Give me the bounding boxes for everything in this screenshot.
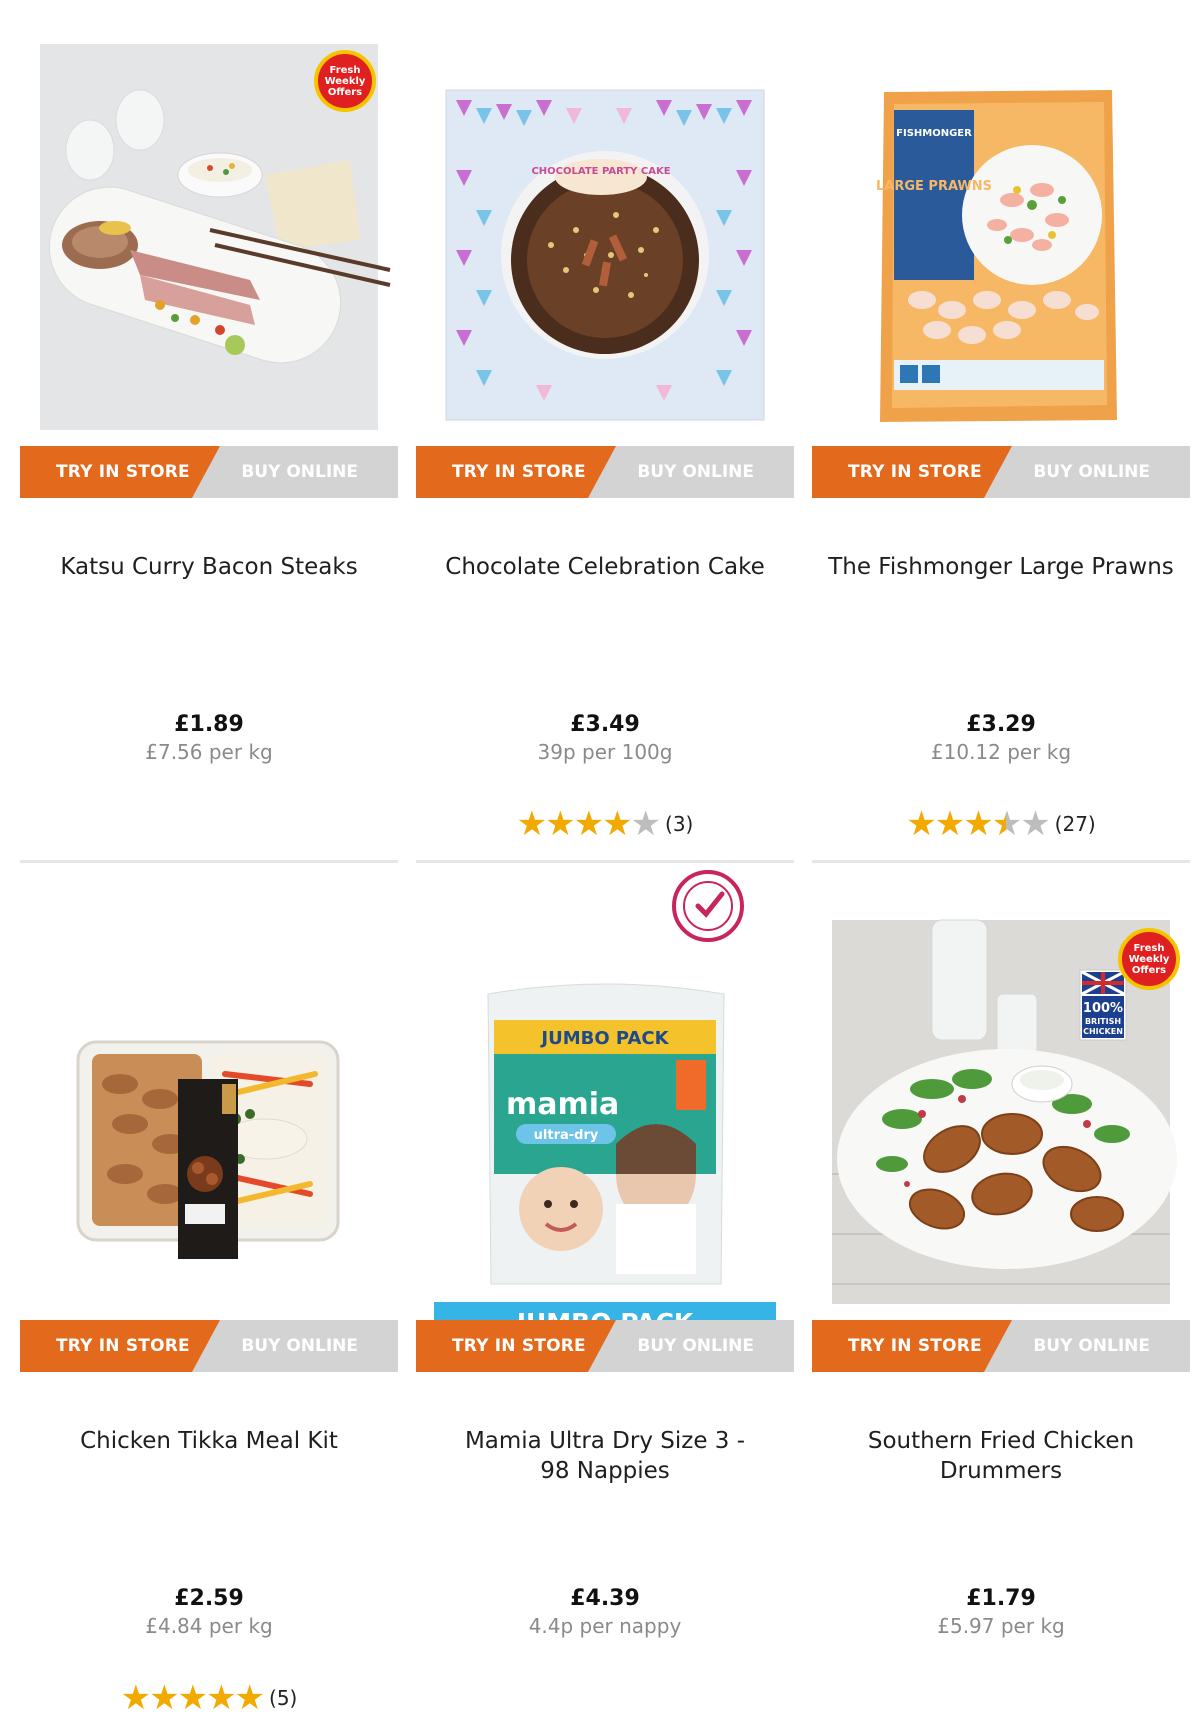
chocolate-cake-box-image: CHOCOLATE PARTY CAKE [445,89,765,421]
product-rating[interactable]: ★★★★★ (27) [812,806,1190,846]
star-rating: ★★★★★ [516,804,662,844]
product-name[interactable]: Mamia Ultra Dry Size 3 - 98 Nappies [416,1426,794,1486]
product-name[interactable]: Southern Fried Chicken Drummers [812,1426,1190,1486]
unit-price: 39p per 100g [537,740,673,764]
prawns-package-label: LARGE PRAWNS [876,179,992,194]
product-price: £3.49 [570,712,640,737]
chicken-tikka-kit-image [76,1040,340,1259]
product-image[interactable]: 100% BRITISH CHICKEN Fresh Weekly Offers [812,874,1190,1350]
star-icon: ★ [963,804,994,844]
product-price: £3.29 [966,712,1036,737]
star-icon: ★ [906,804,937,844]
star-icon: ★ [934,804,966,844]
star-icon: ★ [1020,804,1051,844]
star-icon: ★ [149,1678,180,1718]
product-price: £1.89 [174,712,244,737]
product-price: £1.79 [966,1586,1036,1611]
british-chicken-label: BRITISH [1085,1017,1121,1026]
purchase-options: BUY ONLINE TRY IN STORE [416,1320,794,1372]
british-chicken-percent: 100% [1083,1001,1123,1016]
review-count[interactable]: (3) [665,812,693,836]
fresh-weekly-offers-badge: Fresh Weekly Offers [314,50,376,112]
product-name[interactable]: Chicken Tikka Meal Kit [20,1426,398,1456]
product-image[interactable]: Fresh Weekly Offers [20,0,398,470]
product-image[interactable]: FISHMONGER LARGE PRAWNS [812,0,1190,430]
review-count[interactable]: (27) [1055,812,1096,836]
unit-price: 4.4p per nappy [528,1614,682,1638]
star-rating: ★★★★★ [120,1678,266,1718]
ultra-dry-label: ultra-dry [534,1128,599,1143]
mamia-logo-text: mamia [506,1087,619,1122]
star-icon: ★ [206,1678,237,1718]
star-icon: ★ [630,804,662,844]
review-count[interactable]: (5) [269,1686,297,1710]
star-icon: ★ [177,1678,209,1718]
purchase-options: BUY ONLINE TRY IN STORE [416,446,794,498]
product-price: £2.59 [174,1586,244,1611]
cake-package-label: CHOCOLATE PARTY CAKE [531,166,670,177]
try-in-store-button[interactable]: TRY IN STORE [20,1320,220,1372]
product-name[interactable]: Katsu Curry Bacon Steaks [20,552,398,582]
fresh-weekly-offers-badge: Fresh Weekly Offers [1118,928,1180,990]
product-image[interactable]: CHOCOLATE PARTY CAKE [416,0,794,430]
star-rating: ★★★★★ [906,804,1051,844]
purchase-options: BUY ONLINE TRY IN STORE [20,1320,398,1372]
card-divider [812,860,1190,863]
award-seal-icon [672,870,744,942]
try-in-store-button[interactable]: TRY IN STORE [20,446,220,498]
purchase-options: BUY ONLINE TRY IN STORE [812,1320,1190,1372]
product-name[interactable]: The Fishmonger Large Prawns [812,552,1190,582]
star-icon: ★ [573,804,605,844]
purchase-options: BUY ONLINE TRY IN STORE [812,446,1190,498]
purchase-options: BUY ONLINE TRY IN STORE [20,446,398,498]
product-rating[interactable]: ★★★★★ (3) [416,806,794,846]
product-name[interactable]: Chocolate Celebration Cake [416,552,794,582]
unit-price: £7.56 per kg [145,740,273,764]
unit-price: £10.12 per kg [930,740,1072,764]
british-chicken-label: CHICKEN [1083,1027,1123,1036]
try-in-store-button[interactable]: TRY IN STORE [416,1320,616,1372]
prawns-bag-image: FISHMONGER LARGE PRAWNS [876,90,1117,422]
try-in-store-button[interactable]: TRY IN STORE [812,446,1012,498]
prawns-brand-label: FISHMONGER [896,128,972,139]
product-price: £4.39 [570,1586,640,1611]
product-image[interactable] [20,874,398,1304]
star-icon: ★ [545,804,576,844]
unit-price: £5.97 per kg [937,1614,1065,1638]
star-icon: ★ [234,1678,266,1718]
card-divider [416,860,794,863]
product-image[interactable]: JUMBO PACK mamia ultra-dry JUMBO PACK [416,870,794,1344]
try-in-store-button[interactable]: TRY IN STORE [416,446,616,498]
try-in-store-button[interactable]: TRY IN STORE [812,1320,1012,1372]
half-star-icon: ★ [991,804,1023,844]
product-rating[interactable]: ★★★★★ (5) [20,1680,398,1720]
jumbo-pack-header: JUMBO PACK [539,1028,669,1049]
star-icon: ★ [516,804,548,844]
star-icon: ★ [602,804,633,844]
star-icon: ★ [120,1678,152,1718]
card-divider [20,860,398,863]
unit-price: £4.84 per kg [145,1614,273,1638]
